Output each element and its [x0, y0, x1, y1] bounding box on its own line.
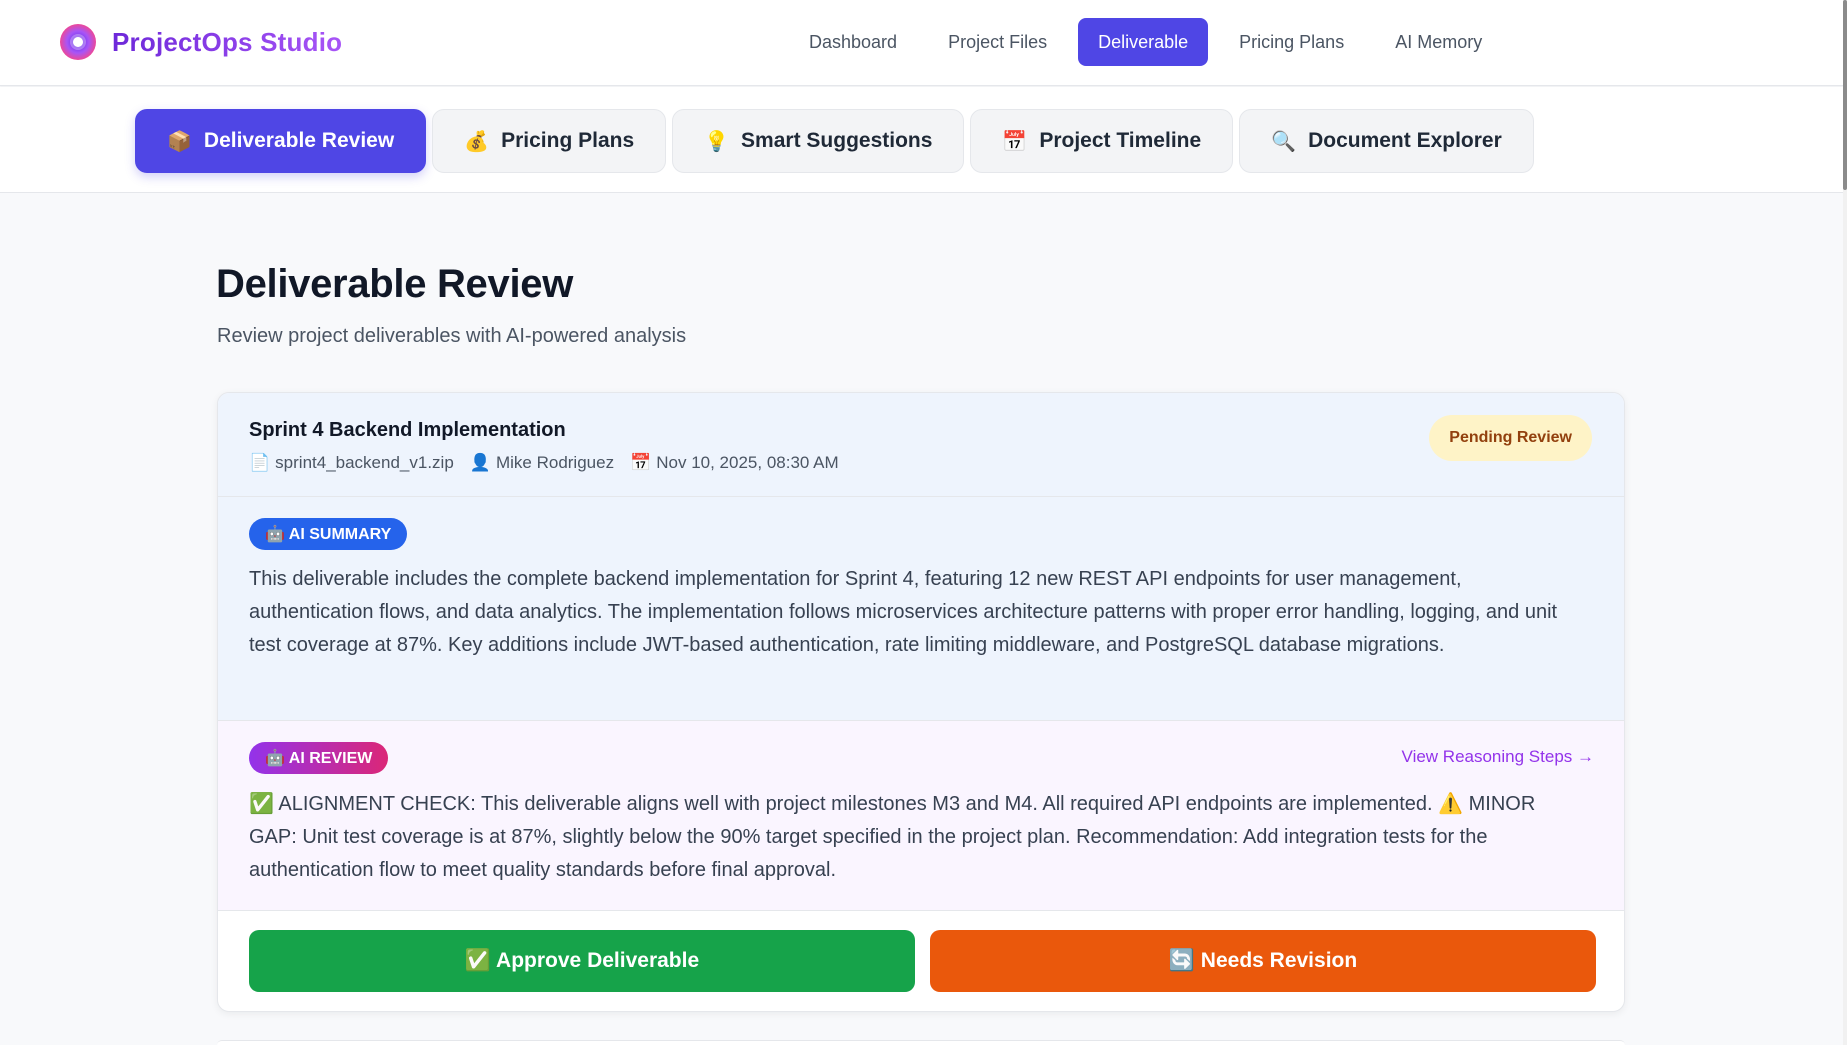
brand-name: ProjectOps Studio [112, 26, 343, 57]
view-reasoning-link[interactable]: View Reasoning Steps → [1402, 747, 1594, 767]
section-tab-bar: 📦 Deliverable Review 💰 Pricing Plans 💡 S… [0, 87, 1843, 193]
brand[interactable]: ProjectOps Studio [60, 24, 342, 60]
tab-project-timeline[interactable]: 📅 Project Timeline [970, 109, 1234, 173]
page-title: Deliverable Review [216, 262, 574, 306]
next-card-edge [217, 1040, 1625, 1045]
page-subtitle: Review project deliverables with AI-powe… [217, 325, 687, 347]
nav-item-pricing-plans[interactable]: Pricing Plans [1219, 18, 1364, 66]
status-badge: Pending Review [1429, 415, 1592, 461]
lightbulb-icon: 💡 [704, 130, 730, 153]
needs-revision-button[interactable]: 🔄 Needs Revision [930, 930, 1596, 992]
nav-item-dashboard[interactable]: Dashboard [789, 18, 917, 66]
deliverable-card: Sprint 4 Backend Implementation 📄 sprint… [217, 392, 1625, 1012]
submitted-date: Nov 10, 2025, 08:30 AM [656, 453, 839, 472]
nav-item-project-files[interactable]: Project Files [928, 18, 1067, 66]
tab-document-explorer[interactable]: 🔍 Document Explorer [1239, 109, 1534, 173]
scrollbar-thumb[interactable] [1843, 0, 1847, 190]
deliverable-meta: 📄 sprint4_backend_v1.zip 👤 Mike Rodrigue… [249, 453, 839, 473]
tab-label: Pricing Plans [501, 129, 635, 152]
tab-pricing-plans[interactable]: 💰 Pricing Plans [432, 109, 667, 173]
top-navbar: ProjectOps Studio Dashboard Project File… [0, 0, 1843, 86]
tab-label: Deliverable Review [203, 129, 395, 152]
user-icon: 👤 [469, 453, 491, 472]
nav-item-ai-memory[interactable]: AI Memory [1375, 18, 1502, 66]
approve-button[interactable]: ✅ Approve Deliverable [249, 930, 915, 992]
file-meta: 📄 sprint4_backend_v1.zip [249, 453, 454, 473]
ai-review-section: 🤖 AI REVIEW View Reasoning Steps → ✅ ALI… [218, 721, 1624, 911]
author-name: Mike Rodriguez [495, 453, 615, 472]
package-icon: 📦 [167, 130, 192, 153]
tab-deliverable-review[interactable]: 📦 Deliverable Review [135, 109, 427, 173]
deliverable-header: Sprint 4 Backend Implementation 📄 sprint… [218, 393, 1624, 497]
ai-review-text: ✅ ALIGNMENT CHECK: This deliverable alig… [249, 793, 1536, 881]
deliverable-title: Sprint 4 Backend Implementation [249, 419, 566, 441]
tab-label: Project Timeline [1039, 129, 1202, 152]
ai-summary-badge: 🤖 AI SUMMARY [249, 518, 408, 550]
file-name: sprint4_backend_v1.zip [275, 453, 454, 472]
magnifier-icon: 🔍 [1271, 130, 1297, 153]
file-icon: 📄 [249, 453, 271, 472]
review-actions: ✅ Approve Deliverable 🔄 Needs Revision [249, 930, 1596, 992]
tab-label: Smart Suggestions [741, 129, 933, 152]
calendar-icon: 📅 [1002, 130, 1028, 153]
tab-smart-suggestions[interactable]: 💡 Smart Suggestions [672, 109, 965, 173]
main-nav: Dashboard Project Files Deliverable Pric… [789, 18, 1513, 66]
calendar-icon: 📅 [630, 453, 652, 472]
author-meta: 👤 Mike Rodriguez [470, 453, 614, 473]
date-meta: 📅 Nov 10, 2025, 08:30 AM [630, 453, 839, 473]
ai-summary-text: This deliverable includes the complete b… [249, 568, 1558, 656]
sparkle-logo-icon [60, 24, 96, 60]
nav-item-deliverable[interactable]: Deliverable [1078, 18, 1209, 66]
tab-label: Document Explorer [1308, 129, 1502, 152]
ai-review-badge: 🤖 AI REVIEW [249, 742, 389, 774]
money-bag-icon: 💰 [464, 130, 490, 153]
ai-summary-section: 🤖 AI SUMMARY This deliverable includes t… [218, 497, 1624, 721]
